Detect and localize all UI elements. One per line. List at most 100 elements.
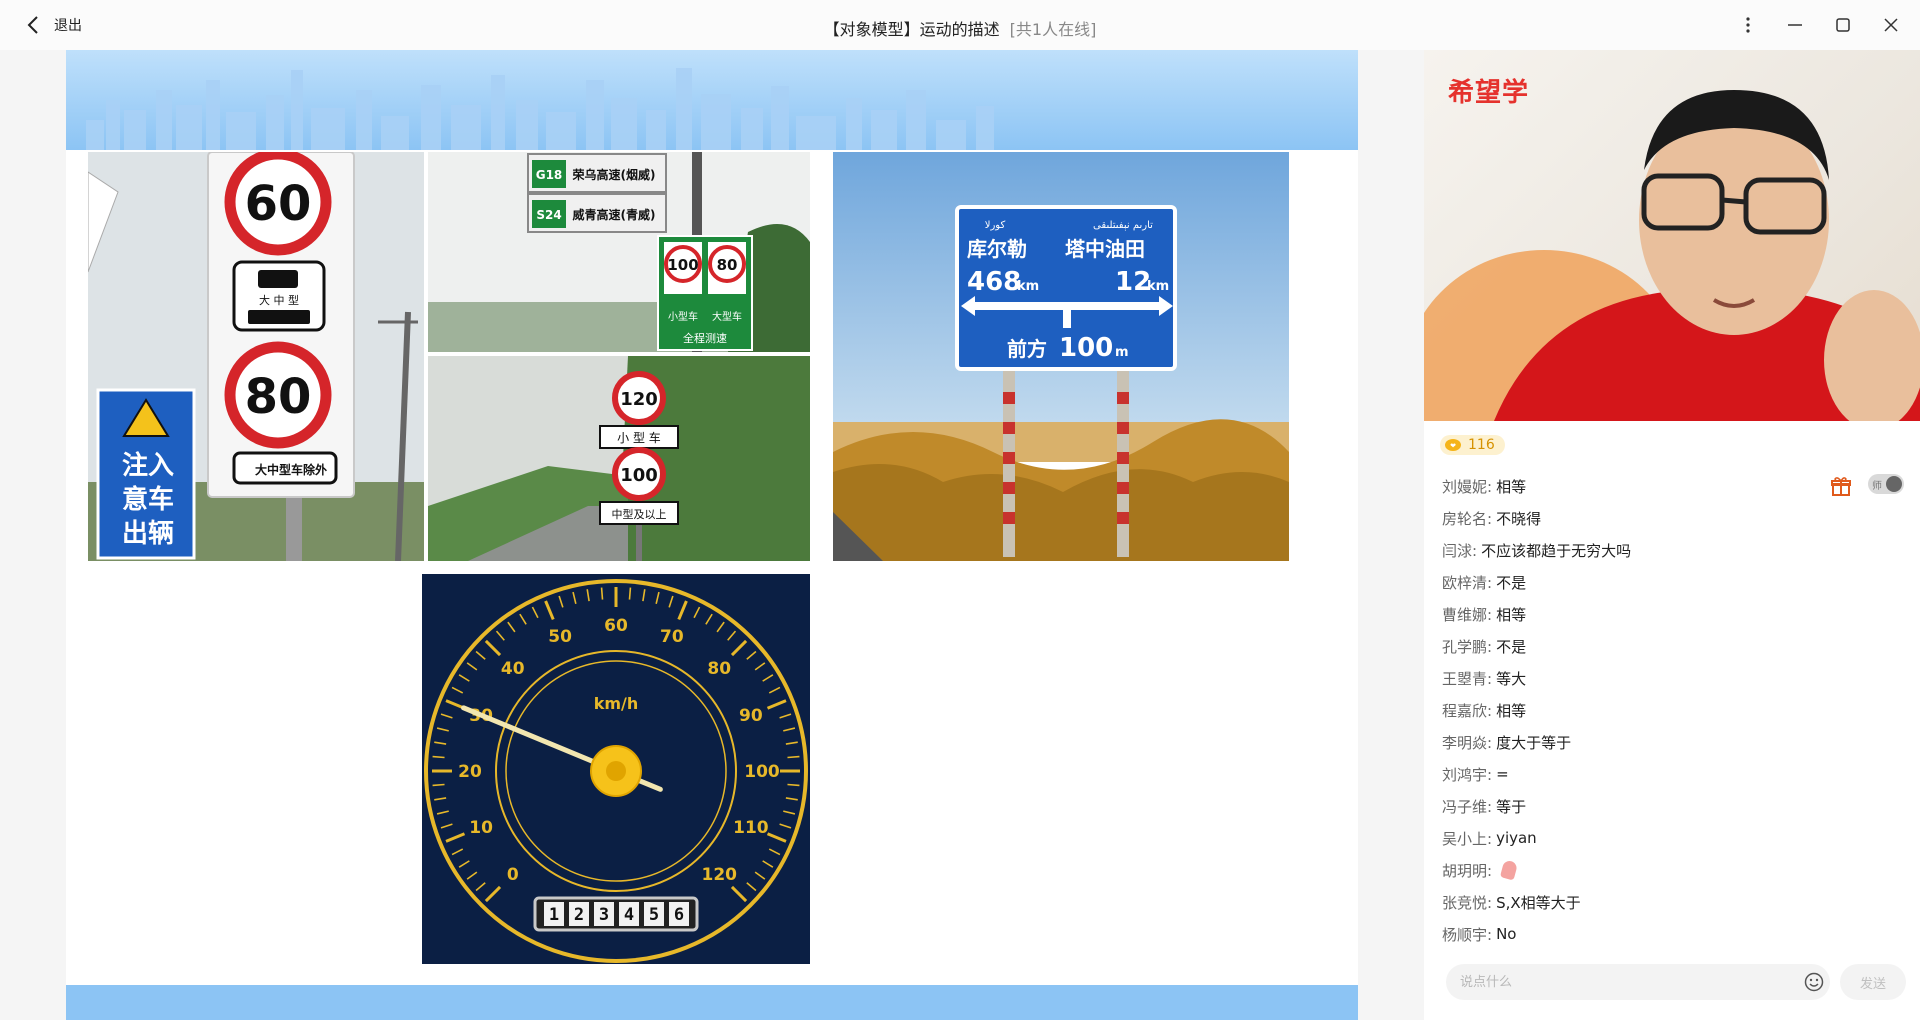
online-count: [共1人在线] xyxy=(1009,20,1097,39)
more-button[interactable] xyxy=(1736,13,1760,37)
ahead-unit: m xyxy=(1115,345,1129,360)
toggle-knob xyxy=(1886,476,1902,492)
close-button[interactable] xyxy=(1879,13,1903,37)
speedometer-dial: 0102030405060708090100110120 km/h 123456 xyxy=(424,579,808,963)
chat-message: 程嘉欣: 相等 xyxy=(1442,694,1902,726)
gauge-label: 40 xyxy=(501,659,525,679)
speed-check-note: 全程测速 xyxy=(683,331,727,345)
close-icon xyxy=(1884,18,1898,32)
chat-author: 程嘉欣: xyxy=(1442,701,1493,720)
chat-author: 刘鸿宇: xyxy=(1442,765,1493,784)
gift-icon[interactable] xyxy=(1830,475,1852,497)
gauge-tick xyxy=(628,587,632,600)
chat-message: 杨顺宇: No xyxy=(1442,918,1902,950)
speed-limit-sign-illustration: 60 大 中 型 80 大中型车除外 注入 意车 出辆 xyxy=(88,152,424,561)
gauge-tick xyxy=(787,783,800,787)
distance-right-value: 12 xyxy=(1115,267,1151,297)
gauge-label: 120 xyxy=(701,865,737,885)
minimize-icon xyxy=(1788,24,1802,26)
chat-author: 闫浗: xyxy=(1442,541,1478,560)
chat-message: 闫浗: 不应该都趋于无穷大吗 xyxy=(1442,534,1902,566)
vehicle-exception-text: 大中型车除外 xyxy=(255,462,327,477)
chat-author: 欧梓清: xyxy=(1442,573,1493,592)
chat-author: 胡玥明: xyxy=(1442,861,1493,880)
ahead-label: 前方 xyxy=(1007,337,1047,361)
chat-text: 不是 xyxy=(1496,637,1527,656)
route-2-code: S24 xyxy=(536,208,561,222)
city-skyline-decoration xyxy=(86,68,994,150)
vehicle-type-top-text: 大 中 型 xyxy=(259,293,299,307)
minimize-button[interactable] xyxy=(1783,13,1807,37)
gauge-label: 90 xyxy=(739,706,763,726)
chat-message: 胡玥明: xyxy=(1442,854,1902,886)
chat-text: 不是 xyxy=(1496,573,1527,592)
odometer-digit: 3 xyxy=(599,905,609,925)
chat-text: 相等 xyxy=(1496,477,1527,496)
like-count: 116 xyxy=(1468,437,1495,453)
teacher-video: 希望学 xyxy=(1424,50,1920,421)
route-1-code: G18 xyxy=(536,168,563,182)
chat-text: 相等 xyxy=(1496,605,1527,624)
lane-limit-2: 80 xyxy=(717,256,738,274)
chat-message: 王曌青: 等大 xyxy=(1442,662,1902,694)
maximize-button[interactable] xyxy=(1831,13,1855,37)
chat-message: 曹维娜: 相等 xyxy=(1442,598,1902,630)
chat-text: 等大 xyxy=(1496,669,1527,688)
chat-text: 度大于等于 xyxy=(1496,733,1572,752)
gauge-tick xyxy=(787,755,800,759)
chat-author: 房轮名: xyxy=(1442,509,1493,528)
photo-lane-speed-sign: 120 小 型 车 100 中型及以上 xyxy=(428,356,810,561)
gauge-label: 10 xyxy=(469,818,493,838)
warning-line-3: 出辆 xyxy=(122,519,174,549)
limit-60-text: 60 xyxy=(245,176,312,232)
chat-author: 王曌青: xyxy=(1442,669,1493,688)
speed-unit-label: km/h xyxy=(594,694,639,713)
chat-author: 刘嫚妮: xyxy=(1442,477,1493,496)
live-side-panel: 希望学 ❤ 116 刘嫚妮: 相等 房轮名: 不晓得 闫浗: 不应该都趋于无穷大吗 欧梓清:… xyxy=(1424,50,1920,1020)
slide-canvas: 60 大 中 型 80 大中型车除外 注入 意车 出辆 G18 荣乌高速(烟威) xyxy=(66,50,1358,1020)
lane-small-vehicle-label: 小 型 车 xyxy=(617,430,661,445)
odometer-digit: 2 xyxy=(574,905,584,925)
chat-author: 冯子维: xyxy=(1442,797,1493,816)
like-icon: ❤ xyxy=(1445,439,1461,451)
chat-text: yiyan xyxy=(1496,829,1537,847)
distance-left-unit: km xyxy=(1017,279,1039,294)
photo-distance-sign: كورلا تارىم نېفىتلىقى 库尔勒 塔中油田 468 km 12… xyxy=(833,152,1289,561)
more-vertical-icon xyxy=(1746,17,1750,33)
chat-author: 杨顺宇: xyxy=(1442,925,1493,944)
brand-logo: 希望学 xyxy=(1448,78,1530,108)
chat-author: 曹维娜: xyxy=(1442,605,1493,624)
like-counter[interactable]: ❤ 116 xyxy=(1440,435,1505,455)
chat-message: 孔学鹏: 不是 xyxy=(1442,630,1902,662)
maximize-icon xyxy=(1836,18,1850,32)
chat-input[interactable] xyxy=(1446,964,1830,1000)
chat-author: 孔学鹏: xyxy=(1442,637,1493,656)
chat-message: 张竞悦: S,X相等大于 xyxy=(1442,886,1902,918)
chat-list: 刘嫚妮: 相等 房轮名: 不晓得 闫浗: 不应该都趋于无穷大吗 欧梓清: 不是 曹维娜: 相等 孔学… xyxy=(1442,470,1902,950)
gauge-label: 50 xyxy=(548,627,572,647)
chat-message: 吴小上: yiyan xyxy=(1442,822,1902,854)
ahead-distance: 100 xyxy=(1059,333,1113,363)
destination-left: 库尔勒 xyxy=(967,237,1027,261)
odometer-digit: 4 xyxy=(624,905,634,925)
odometer-digit: 6 xyxy=(674,905,684,925)
gauge-label: 80 xyxy=(707,659,731,679)
odometer-digit: 5 xyxy=(649,905,659,925)
chat-text: 不应该都趋于无穷大吗 xyxy=(1481,541,1632,560)
send-button[interactable]: 发送 xyxy=(1840,964,1906,1000)
lane-speed-sign-illustration: 120 小 型 车 100 中型及以上 xyxy=(428,356,810,561)
lane-limit-100: 100 xyxy=(620,465,658,486)
chat-author: 吴小上: xyxy=(1442,829,1493,848)
sticker-icon xyxy=(1499,859,1519,881)
chat-message: 欧梓清: 不是 xyxy=(1442,566,1902,598)
title-bar: 退出 【对象模型】运动的描述 [共1人在线] xyxy=(0,0,1920,50)
gauge-label: 70 xyxy=(660,627,684,647)
highway-sign-illustration: G18 荣乌高速(烟威) S24 威青高速(青威) 100 80 小型车 大型车… xyxy=(428,152,810,352)
lane-large-vehicle-label: 中型及以上 xyxy=(612,507,667,521)
chat-author: 李明焱: xyxy=(1442,733,1493,752)
lane-limit-1: 100 xyxy=(667,256,698,274)
teacher-only-toggle[interactable]: 师 xyxy=(1868,474,1904,494)
emoji-icon[interactable] xyxy=(1804,972,1824,992)
chat-text: = xyxy=(1496,765,1509,783)
lane-limit-120: 120 xyxy=(620,389,658,410)
